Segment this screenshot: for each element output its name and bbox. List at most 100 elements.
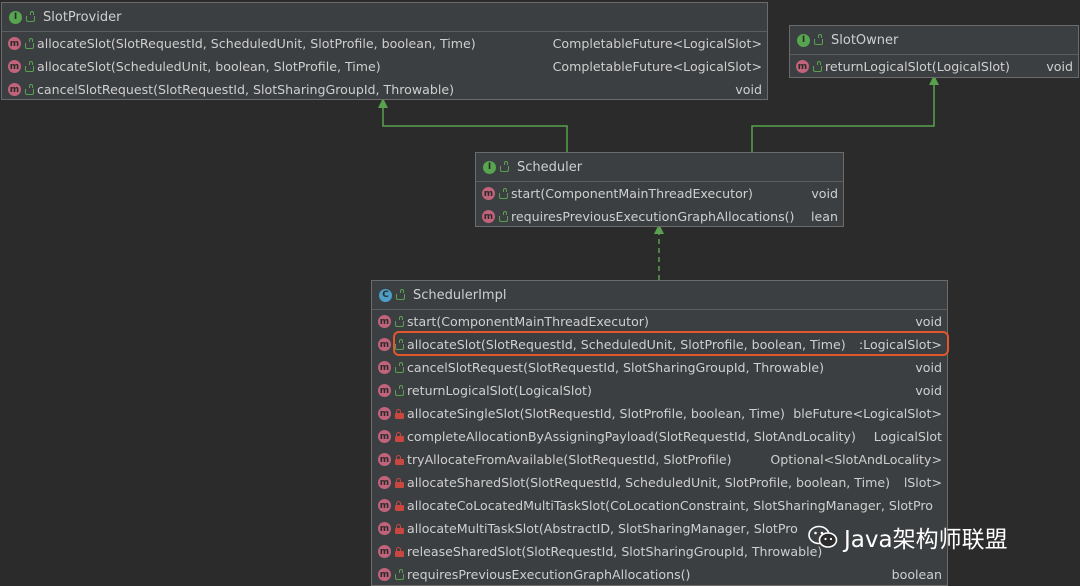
method-icon: m — [482, 187, 495, 200]
public-lock-icon — [25, 60, 34, 72]
public-lock-icon — [395, 568, 404, 580]
public-lock-icon — [395, 384, 404, 396]
method-icon: m — [796, 60, 809, 73]
method-signature: allocateSlot(SlotRequestId, ScheduledUni… — [37, 36, 476, 51]
class-name: SchedulerImpl — [413, 287, 507, 303]
method-icon: m — [482, 210, 495, 223]
return-type: void — [915, 314, 942, 329]
method-signature: completeAllocationByAssigningPayload(Slo… — [407, 429, 856, 444]
method-icon: m — [378, 545, 391, 558]
scheduler-to-slotprovider-edge — [382, 106, 568, 152]
schedulerimpl-header[interactable]: C SchedulerImpl — [372, 281, 947, 310]
method-signature: requiresPreviousExecutionGraphAllocation… — [407, 567, 691, 582]
public-lock-icon — [396, 289, 405, 300]
return-type: void — [811, 186, 838, 201]
method-signature: allocateSlot(SlotRequestId, ScheduledUni… — [407, 337, 846, 352]
method-row[interactable]: m start(ComponentMainThreadExecutor) void — [372, 310, 947, 333]
method-icon: m — [378, 407, 391, 420]
return-type: lean — [811, 209, 838, 224]
interface-icon: I — [483, 160, 496, 174]
method-row[interactable]: m start(ComponentMainThreadExecutor) void — [476, 182, 843, 205]
slotprovider-header[interactable]: I SlotProvider — [2, 3, 767, 32]
method-icon: m — [378, 453, 391, 466]
public-lock-icon — [500, 161, 509, 172]
public-lock-icon — [25, 37, 34, 49]
method-row[interactable]: m tryAllocateFromAvailable(SlotRequestId,… — [372, 448, 947, 471]
method-icon: m — [8, 83, 21, 96]
method-row[interactable]: m allocateSingleSlot(SlotRequestId, SlotP… — [372, 402, 947, 425]
private-lock-icon — [395, 454, 404, 465]
method-row[interactable]: m completeAllocationByAssigningPayload(Sl… — [372, 425, 947, 448]
slotowner-class-box[interactable]: I SlotOwner m returnLogicalSlot(LogicalSl… — [789, 25, 1079, 78]
method-signature: allocateSlot(ScheduledUnit, boolean, Slo… — [37, 59, 381, 74]
public-lock-icon — [25, 83, 34, 95]
class-icon: C — [379, 288, 392, 302]
scheduler-class-box[interactable]: I Scheduler m start(ComponentMainThreadEx… — [475, 152, 844, 227]
method-row[interactable]: m requiresPreviousExecutionGraphAllocatio… — [476, 205, 843, 226]
method-icon: m — [378, 361, 391, 374]
method-icon: m — [378, 499, 391, 512]
method-list: m returnLogicalSlot(LogicalSlot) void — [790, 55, 1078, 77]
return-type: void — [735, 82, 762, 97]
method-signature: tryAllocateFromAvailable(SlotRequestId, … — [407, 452, 732, 467]
private-lock-icon — [395, 477, 404, 488]
method-signature: cancelSlotRequest(SlotRequestId, SlotSha… — [37, 82, 454, 97]
public-lock-icon — [499, 187, 508, 199]
method-row[interactable]: m allocateSlot(ScheduledUnit, boolean, Sl… — [2, 55, 767, 78]
private-lock-icon — [395, 523, 404, 534]
method-signature: allocateCoLocatedMultiTaskSlot(CoLocatio… — [407, 498, 933, 513]
return-type: CompletableFuture<LogicalSlot> — [552, 59, 762, 74]
return-type: void — [1046, 59, 1073, 74]
method-row[interactable]: m returnLogicalSlot(LogicalSlot) void — [372, 379, 947, 402]
slotowner-header[interactable]: I SlotOwner — [790, 26, 1078, 55]
method-row-highlighted[interactable]: m allocateSlot(SlotRequestId, ScheduledUn… — [372, 333, 947, 356]
method-signature: requiresPreviousExecutionGraphAllocation… — [511, 209, 795, 224]
scheduler-to-slotowner-edge — [751, 83, 935, 152]
method-row[interactable]: m cancelSlotRequest(SlotRequestId, SlotSh… — [372, 356, 947, 379]
interface-icon: I — [797, 33, 810, 47]
slotprovider-class-box[interactable]: I SlotProvider m allocateSlot(SlotRequest… — [1, 2, 768, 100]
method-signature: returnLogicalSlot(LogicalSlot) — [407, 383, 592, 398]
method-row[interactable]: m requiresPreviousExecutionGraphAllocatio… — [372, 563, 947, 585]
method-icon: m — [378, 315, 391, 328]
method-icon: m — [378, 568, 391, 581]
public-lock-icon — [499, 210, 508, 222]
class-name: SlotProvider — [43, 9, 122, 25]
method-icon: m — [378, 430, 391, 443]
return-type: void — [915, 360, 942, 375]
return-type: LogicalSlot — [873, 429, 942, 444]
return-type: CompletableFuture<LogicalSlot> — [552, 36, 762, 51]
return-type: Optional<SlotAndLocality> — [770, 452, 942, 467]
public-lock-icon — [395, 338, 404, 350]
public-lock-icon — [395, 315, 404, 327]
method-signature: allocateSingleSlot(SlotRequestId, SlotPr… — [407, 406, 785, 421]
return-type: lSlot> — [903, 475, 942, 490]
method-row[interactable]: m returnLogicalSlot(LogicalSlot) void — [790, 55, 1078, 77]
class-name: SlotOwner — [831, 32, 899, 48]
return-type: void — [915, 383, 942, 398]
method-row[interactable]: m cancelSlotRequest(SlotRequestId, SlotSh… — [2, 78, 767, 99]
method-signature: cancelSlotRequest(SlotRequestId, SlotSha… — [407, 360, 824, 375]
method-icon: m — [378, 522, 391, 535]
private-lock-icon — [395, 408, 404, 419]
method-icon: m — [8, 60, 21, 73]
method-icon: m — [378, 476, 391, 489]
public-lock-icon — [26, 11, 35, 22]
private-lock-icon — [395, 500, 404, 511]
watermark-text: Java架构师联盟 — [844, 527, 1008, 553]
method-signature: start(ComponentMainThreadExecutor) — [407, 314, 649, 329]
method-signature: returnLogicalSlot(LogicalSlot) — [825, 59, 1010, 74]
private-lock-icon — [395, 546, 404, 557]
method-row[interactable]: m allocateSharedSlot(SlotRequestId, Sched… — [372, 471, 947, 494]
scheduler-header[interactable]: I Scheduler — [476, 153, 843, 182]
method-signature: start(ComponentMainThreadExecutor) — [511, 186, 753, 201]
method-row[interactable]: m allocateSlot(SlotRequestId, ScheduledUn… — [2, 32, 767, 55]
public-lock-icon — [395, 361, 404, 373]
return-type: :LogicalSlot> — [858, 337, 942, 352]
method-row[interactable]: m allocateCoLocatedMultiTaskSlot(CoLocati… — [372, 494, 947, 517]
public-lock-icon — [814, 34, 823, 45]
private-lock-icon — [395, 431, 404, 442]
method-signature: allocateSharedSlot(SlotRequestId, Schedu… — [407, 475, 891, 490]
method-list: m allocateSlot(SlotRequestId, ScheduledUn… — [2, 32, 767, 99]
method-icon: m — [378, 338, 391, 351]
